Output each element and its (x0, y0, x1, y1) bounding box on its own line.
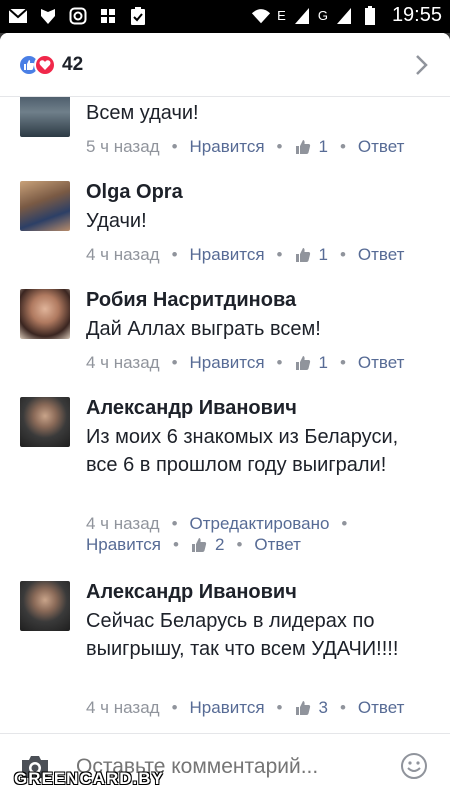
like-button[interactable]: Нравится (190, 353, 265, 373)
reactions-header[interactable]: 42 (0, 33, 450, 97)
reply-button[interactable]: Ответ (358, 137, 405, 157)
separator: • (171, 514, 178, 533)
like-button[interactable]: Нравится (190, 698, 265, 718)
comment-text: Удачи! (86, 210, 147, 232)
love-reaction-icon (34, 54, 56, 76)
reply-button[interactable]: Ответ (254, 535, 301, 555)
signal-icon (292, 6, 312, 26)
thumbs-up-icon (191, 537, 207, 553)
comment-time: 4 ч назад (86, 514, 160, 533)
like-count: 1 (318, 353, 328, 372)
separator: • (171, 353, 178, 372)
avatar[interactable] (20, 397, 70, 447)
separator: • (276, 353, 283, 372)
comment-item: Александр Иванович Из моих 6 знакомых из… (0, 393, 450, 573)
smiley-icon[interactable] (400, 752, 428, 780)
separator: • (171, 245, 178, 264)
wifi-icon (251, 6, 271, 26)
comment-meta: 4 ч назад • Нравится • 3 • Ответ (86, 698, 404, 718)
comment-text: Сейчас Беларусь в лидерах по выигрышу, т… (86, 610, 399, 660)
reply-button[interactable]: Ответ (358, 353, 405, 373)
comment-meta: 4 ч назад • Нравится • 1 • Ответ (86, 245, 404, 265)
comment-text: Дай Аллах выграть всем! (86, 318, 321, 340)
watermark: GREENCARD.BY (14, 769, 164, 788)
signal-icon (334, 6, 354, 26)
clipboard-icon (128, 6, 148, 26)
reaction-count: 42 (62, 54, 84, 75)
like-count: 1 (318, 245, 328, 264)
chevron-right-icon[interactable] (412, 53, 432, 77)
reply-button[interactable]: Ответ (358, 698, 405, 718)
network-type-label: G (317, 8, 328, 23)
instagram-icon (68, 6, 88, 26)
separator: • (341, 514, 348, 533)
like-count: 1 (318, 137, 328, 156)
comment-time: 4 ч назад (86, 698, 160, 717)
mail-icon (8, 6, 28, 26)
thumbs-up-icon (295, 355, 311, 371)
clock: 19:55 (391, 4, 442, 26)
comment-actions: Нравится • 2 • Ответ (86, 535, 301, 555)
comment-item: Александр Иванович Сейчас Беларусь в лид… (0, 581, 450, 731)
like-count: 3 (318, 698, 328, 717)
like-button[interactable]: Нравится (190, 245, 265, 265)
separator: • (171, 137, 178, 156)
comment-list[interactable]: Всем удачи! 5 ч назад • Нравится • 1 • О… (0, 97, 450, 733)
separator: • (236, 535, 243, 554)
comment-text: Из моих 6 знакомых из Беларуси, все 6 в … (86, 426, 399, 476)
comment-composer (0, 733, 450, 800)
separator: • (276, 698, 283, 717)
edited-label[interactable]: Отредактировано (190, 514, 330, 534)
separator: • (171, 698, 178, 717)
separator: • (173, 535, 179, 554)
separator: • (339, 137, 346, 156)
comment-meta: 4 ч назад • Нравится • 1 • Ответ (86, 353, 404, 373)
thumbs-up-icon (295, 247, 311, 263)
separator: • (339, 353, 346, 372)
comment-time: 4 ч назад (86, 245, 160, 264)
battery-icon (360, 5, 380, 26)
comment-author[interactable]: Александр Иванович (86, 397, 297, 420)
comments-sheet: 42 Всем удачи! 5 ч назад • Нравится • 1 … (0, 33, 450, 800)
comment-author[interactable]: Робия Насритдинова (86, 289, 296, 312)
like-count: 2 (214, 535, 225, 554)
status-bar: E G 19:55 (0, 0, 450, 33)
comment-time: 4 ч назад (86, 353, 160, 372)
comment-time: 5 ч назад (86, 137, 160, 156)
separator: • (276, 137, 283, 156)
app-icon (98, 6, 118, 26)
avatar[interactable] (20, 181, 70, 231)
avatar[interactable] (20, 581, 70, 631)
avatar[interactable] (20, 97, 70, 137)
comment-meta: 4 ч назад • Отредактировано • (86, 514, 359, 534)
reply-button[interactable]: Ответ (358, 245, 405, 265)
like-button[interactable]: Нравится (86, 535, 161, 555)
comment-author[interactable]: Александр Иванович (86, 581, 297, 604)
thumbs-up-icon (295, 700, 311, 716)
separator: • (276, 245, 283, 264)
separator: • (339, 698, 346, 717)
like-button[interactable]: Нравится (190, 137, 265, 157)
reactions-summary[interactable]: 42 (18, 54, 83, 76)
comment-item: Olga Opra Удачи! 4 ч назад • Нравится • … (0, 177, 450, 277)
comment-item: Робия Насритдинова Дай Аллах выграть все… (0, 285, 450, 385)
comment-text: Всем удачи! (86, 102, 199, 124)
avatar[interactable] (20, 289, 70, 339)
thumbs-up-icon (295, 139, 311, 155)
separator: • (339, 245, 346, 264)
network-type-label: E (277, 8, 286, 23)
comment-author[interactable]: Olga Opra (86, 181, 183, 204)
comment-meta: 5 ч назад • Нравится • 1 • Ответ (86, 137, 404, 157)
shield-icon (38, 6, 58, 26)
